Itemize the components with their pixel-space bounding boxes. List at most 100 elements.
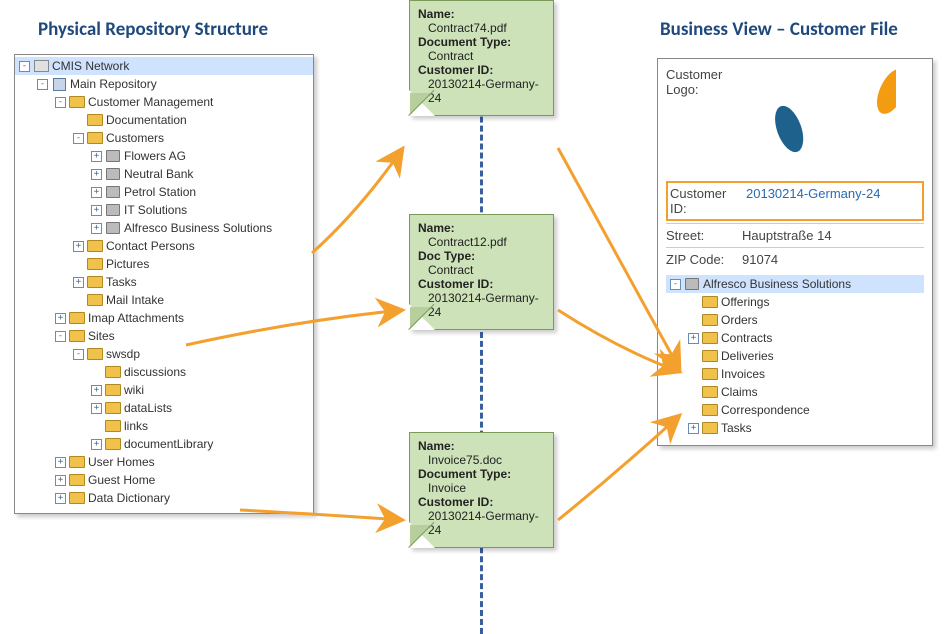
expander-icon[interactable]: + [91,187,102,198]
tree-node-customers[interactable]: -Customers [69,129,313,147]
biz-node-claims[interactable]: Claims [684,383,924,401]
expander-icon[interactable]: + [91,205,102,216]
tree-node-main-repository[interactable]: - Main Repository [33,75,313,93]
network-icon [33,59,49,73]
tree-node-discussions[interactable]: discussions [87,363,313,381]
right-title: Business View – Customer File [660,18,898,41]
object-icon [684,277,700,291]
biz-node-invoices[interactable]: Invoices [684,365,924,383]
folder-icon [69,491,85,505]
doc-field-value: Contract74.pdf [418,21,545,35]
page-corner-line [409,90,435,116]
tree-label: Contact Persons [106,239,195,253]
object-icon [105,203,121,217]
doc-field-value: Contract [418,263,545,277]
tree-label: Pictures [106,257,149,271]
customer-logo [746,67,916,177]
tree-node-it-solutions[interactable]: +IT Solutions [87,201,313,219]
customer-id-value: 20130214-Germany-24 [746,186,920,201]
expander-icon[interactable]: + [91,169,102,180]
folder-icon [87,257,103,271]
tree-node-guest-home[interactable]: +Guest Home [51,471,313,489]
expander-icon[interactable]: - [19,61,30,72]
expander-icon[interactable]: + [91,385,102,396]
tree-label: Orders [721,313,758,327]
folder-icon [69,473,85,487]
expander-icon[interactable]: - [670,279,681,290]
biz-node-contracts[interactable]: + Contracts [684,329,924,347]
tree-node-customer-management[interactable]: - Customer Management [51,93,313,111]
tree-node-sites[interactable]: -Sites [51,327,313,345]
expander-icon[interactable]: - [37,79,48,90]
tree-node-user-homes[interactable]: + User Homes [51,453,313,471]
folder-icon [87,113,103,127]
expander-icon[interactable]: + [91,403,102,414]
folder-icon [69,329,85,343]
tree-node-tasks[interactable]: +Tasks [69,273,313,291]
tree-label: User Homes [88,455,155,469]
tree-node-imap-attachments[interactable]: +Imap Attachments [51,309,313,327]
biz-node-root[interactable]: -Alfresco Business Solutions [666,275,924,293]
tree-label: Contracts [721,331,772,345]
folder-icon [105,365,121,379]
tree-node-wiki[interactable]: +wiki [87,381,313,399]
tree-label: Invoices [721,367,765,381]
doc-field-key: Name: [418,439,455,453]
tree-node-documentlibrary[interactable]: +documentLibrary [87,435,313,453]
tree-node-links[interactable]: links [87,417,313,435]
tree-label: Alfresco Business Solutions [124,221,272,235]
document-card-invoice75: Name: Invoice75.doc Document Type: Invoi… [409,432,554,548]
expander-icon[interactable]: + [73,241,84,252]
zip-label: ZIP Code: [666,252,742,267]
expander-icon[interactable]: + [688,333,699,344]
expander-icon[interactable]: + [55,457,66,468]
folder-icon [87,131,103,145]
tree-node-cmis-network[interactable]: - CMIS Network [15,57,313,75]
doc-field-key: Document Type: [418,467,511,481]
biz-node-offerings[interactable]: Offerings [684,293,924,311]
expander-icon[interactable]: + [91,151,102,162]
biz-node-correspondence[interactable]: Correspondence [684,401,924,419]
tree-node-documentation[interactable]: Documentation [69,111,313,129]
tree-node-swsdp[interactable]: -swsdp [69,345,313,363]
expander-icon[interactable]: - [55,331,66,342]
folder-icon [702,367,718,381]
tree-node-petrol-station[interactable]: +Petrol Station [87,183,313,201]
biz-node-tasks[interactable]: + Tasks [684,419,924,437]
divider [666,223,924,224]
tree-label: Tasks [721,421,752,435]
tree-label: Main Repository [70,77,157,91]
doc-field-value: Invoice75.doc [418,453,545,467]
left-title: Physical Repository Structure [38,18,268,41]
tree-node-neutral-bank[interactable]: +Neutral Bank [87,165,313,183]
expander-icon[interactable]: + [55,475,66,486]
tree-label: Claims [721,385,758,399]
expander-icon[interactable]: + [55,493,66,504]
doc-field-key: Name: [418,221,455,235]
expander-icon[interactable]: + [688,423,699,434]
tree-node-pictures[interactable]: Pictures [69,255,313,273]
expander-icon[interactable]: + [55,313,66,324]
expander-icon[interactable]: - [73,133,84,144]
divider [666,247,924,248]
tree-node-datalists[interactable]: +dataLists [87,399,313,417]
biz-node-deliveries[interactable]: Deliveries [684,347,924,365]
expander-blank [688,369,699,380]
expander-icon[interactable]: - [55,97,66,108]
doc-field-value: Invoice [418,481,545,495]
biz-node-orders[interactable]: Orders [684,311,924,329]
expander-icon[interactable]: + [91,439,102,450]
tree-node-alfresco-business[interactable]: + Alfresco Business Solutions [87,219,313,237]
doc-field-key: Customer ID: [418,277,493,291]
expander-icon[interactable]: + [91,223,102,234]
street-label: Street: [666,228,742,243]
tree-node-contact-persons[interactable]: + Contact Persons [69,237,313,255]
tree-node-data-dictionary[interactable]: +Data Dictionary [51,489,313,507]
expander-icon[interactable]: - [73,349,84,360]
expander-icon[interactable]: + [73,277,84,288]
folder-icon [69,95,85,109]
arrow-alfresco-to-doc1 [312,148,403,253]
tree-node-flowers-ag[interactable]: +Flowers AG [87,147,313,165]
folder-icon [702,421,718,435]
tree-node-mail-intake[interactable]: Mail Intake [69,291,313,309]
